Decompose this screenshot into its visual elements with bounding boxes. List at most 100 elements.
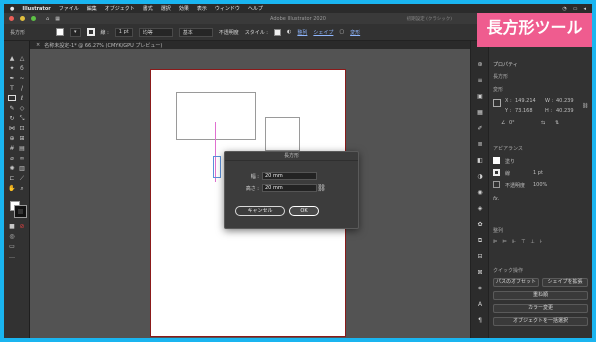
zoom-tool-icon[interactable]: ⌕ [18, 185, 26, 192]
selection-tool-icon[interactable]: ▲ [8, 55, 16, 62]
transform-link[interactable]: 変形 [350, 29, 360, 36]
blend-tool-icon[interactable]: ∞ [18, 155, 26, 162]
x-field[interactable]: 149.214 [515, 98, 536, 104]
style-label[interactable]: スタイル : [245, 29, 268, 36]
stroke-swatch[interactable] [86, 28, 95, 36]
flip-vertical-icon[interactable]: ⇅ [555, 120, 559, 126]
pathfinder-panel-icon[interactable]: ⊠ [475, 269, 485, 276]
ok-button[interactable]: OK [289, 206, 319, 216]
line-tool-icon[interactable]: / [18, 85, 26, 92]
properties-panel-icon[interactable]: ⊛ [475, 61, 485, 68]
link-proportions-icon[interactable]: ⛓ [582, 103, 588, 109]
cancel-button[interactable]: キャンセル [235, 206, 285, 216]
menu-edit[interactable]: 編集 [87, 5, 97, 12]
fill-dropdown[interactable]: ▾ [70, 27, 81, 37]
symbol-sprayer-icon[interactable]: ✺ [8, 165, 16, 172]
curvature-tool-icon[interactable]: ~ [18, 75, 26, 82]
style-swatch[interactable] [274, 28, 281, 36]
rotation-field[interactable]: 0° [509, 120, 515, 126]
eraser-tool-icon[interactable]: ◇ [18, 105, 26, 112]
recolor-icon[interactable]: ◐ [287, 29, 291, 35]
menu-app[interactable]: Illustrator [22, 6, 50, 12]
stroke-weight-panel[interactable]: 1 pt [533, 170, 543, 176]
scale-tool-icon[interactable]: ⤡ [18, 115, 26, 122]
opacity-icon[interactable] [493, 181, 500, 188]
minimize-window-icon[interactable] [20, 16, 25, 21]
workspace-layout-icon[interactable]: ▦ [55, 16, 60, 22]
properties-tab[interactable]: プロパティ [493, 61, 518, 68]
wifi-icon[interactable]: ◔ [562, 6, 566, 12]
align-buttons-icon[interactable]: ⊫⊨⊩⊤⊥⊦ [493, 239, 547, 245]
select-same-button[interactable]: オブジェクトを一括選択 [493, 317, 588, 326]
menu-effect[interactable]: 効果 [179, 5, 189, 12]
selection-handles[interactable] [213, 156, 221, 178]
opacity-label[interactable]: 不透明度 [219, 29, 239, 36]
fill-swatch[interactable] [56, 28, 64, 36]
stroke-weight-field[interactable]: 1 pt [114, 27, 133, 37]
menu-view[interactable]: 表示 [197, 5, 207, 12]
graphic-styles-icon[interactable]: ◈ [475, 205, 485, 212]
shape-icon[interactable]: ▢ [339, 29, 344, 35]
rectangle-tool-icon[interactable] [8, 95, 16, 101]
volume-icon[interactable]: ◂ [583, 6, 586, 12]
brush-definition[interactable]: 基本 [178, 27, 213, 37]
constrain-proportions-icon[interactable]: ⛓ [317, 184, 326, 194]
apple-icon[interactable]: ● [10, 6, 14, 12]
none-color-icon[interactable]: ⊘ [18, 223, 26, 230]
draw-mode-icon[interactable]: ◎ [8, 233, 16, 240]
menu-help[interactable]: ヘルプ [248, 5, 263, 12]
menu-object[interactable]: オブジェクト [105, 5, 135, 12]
rectangle-shape-large[interactable] [176, 92, 256, 140]
battery-icon[interactable]: ▭ [573, 6, 578, 12]
lasso-tool-icon[interactable]: ϭ [18, 65, 26, 72]
menu-type[interactable]: 書式 [143, 5, 153, 12]
menu-file[interactable]: ファイル [59, 5, 79, 12]
stroke-panel-icon[interactable]: ≣ [475, 141, 485, 148]
mesh-tool-icon[interactable]: # [8, 145, 16, 152]
gradient-tool-icon[interactable]: ▤ [18, 145, 26, 152]
zoom-window-icon[interactable] [31, 16, 36, 21]
direct-selection-tool-icon[interactable]: △ [18, 55, 26, 62]
width-tool-icon[interactable]: ⋈ [8, 125, 16, 132]
expand-shape-button[interactable]: シェイプを拡張 [542, 278, 588, 287]
workspace-switcher[interactable]: 初期設定 (クラシック) [407, 16, 452, 22]
close-window-icon[interactable] [9, 16, 14, 21]
brushes-panel-icon[interactable]: ✐ [475, 125, 485, 132]
paragraph-panel-icon[interactable]: ¶ [475, 317, 485, 324]
artboards-panel-icon[interactable]: ⧉ [475, 237, 485, 245]
symbols-panel-icon[interactable]: ✿ [475, 221, 485, 228]
layers-panel-icon[interactable]: ≡ [475, 77, 485, 84]
perspective-grid-icon[interactable]: ⊞ [18, 135, 26, 142]
canvas-area[interactable]: 長方形 幅 : 20 mm 高さ : 20 mm ⛓ キャンセル OK [30, 49, 470, 338]
h-field[interactable]: 40.239 [556, 108, 574, 114]
libraries-panel-icon[interactable]: ▣ [475, 93, 485, 100]
appearance-panel-icon[interactable]: ◉ [475, 189, 485, 196]
home-icon[interactable]: ⌂ [46, 16, 49, 22]
slice-tool-icon[interactable]: ⟋ [18, 175, 26, 182]
width-field[interactable]: 20 mm [262, 172, 317, 180]
stroke-color-icon[interactable] [14, 205, 27, 218]
screen-mode-icon[interactable]: ▭ [8, 243, 16, 250]
align-panel-icon[interactable]: ⊟ [475, 253, 485, 260]
reference-point-icon[interactable] [493, 99, 501, 107]
w-field[interactable]: 40.239 [556, 98, 574, 104]
edit-toolbar-icon[interactable]: … [8, 253, 16, 260]
hand-tool-icon[interactable]: ✋ [8, 185, 16, 192]
flip-horizontal-icon[interactable]: ⇆ [541, 120, 545, 126]
variable-width-profile[interactable]: 均等 [138, 27, 173, 37]
document-tab[interactable]: × 名称未設定-1* @ 66.27% (CMYK/GPU プレビュー) [30, 41, 470, 49]
artboard-tool-icon[interactable]: ⊏ [8, 175, 16, 182]
close-tab-icon[interactable]: × [36, 42, 40, 48]
arrange-button[interactable]: 重ね順 [493, 291, 588, 300]
fx-button[interactable]: fx. [493, 196, 499, 202]
pencil-tool-icon[interactable]: ✎ [8, 105, 16, 112]
stroke-swatch-panel[interactable] [493, 169, 500, 176]
transform-panel-icon[interactable]: ⌗ [475, 285, 485, 293]
paintbrush-tool-icon[interactable]: ℓ [18, 95, 26, 102]
rectangle-shape-small[interactable] [265, 117, 300, 151]
align-link[interactable]: 整列 [297, 29, 307, 36]
magic-wand-icon[interactable]: ✦ [8, 65, 16, 72]
offset-path-button[interactable]: パスのオフセット [493, 278, 539, 287]
opacity-field[interactable]: 100% [533, 182, 547, 188]
shape-builder-icon[interactable]: ⊕ [8, 135, 16, 142]
